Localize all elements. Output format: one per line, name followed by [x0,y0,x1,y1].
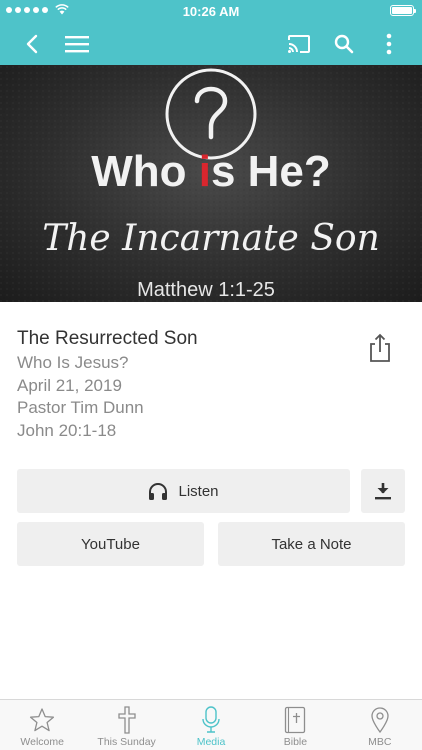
listen-label: Listen [178,482,219,500]
tab-label: Bible [283,736,308,748]
cast-icon [288,35,310,53]
star-icon [27,706,57,734]
sermon-details: The Resurrected Son Who Is Jesus? April … [17,326,357,442]
chevron-left-icon [26,34,38,54]
share-button[interactable] [367,333,393,363]
hero-headline-highlight: i [199,147,211,196]
more-options-button[interactable] [373,28,405,60]
sermon-series: Who Is Jesus? [17,353,129,372]
map-pin-icon [365,706,395,734]
navigation-bar [0,22,422,65]
share-icon [370,333,390,362]
sermon-date: April 21, 2019 [17,375,122,395]
hero-script-title: The Incarnate Son [42,218,380,259]
microphone-icon [196,706,226,734]
youtube-label: YouTube [81,535,140,553]
hero-headline-part: Who [91,147,199,196]
tab-label: Media [196,736,226,748]
tab-this-sunday[interactable]: This Sunday [84,700,168,750]
youtube-button[interactable]: YouTube [17,522,204,566]
cast-button[interactable] [283,28,315,60]
status-time: 10:26 AM [182,4,240,19]
sermon-series-artwork: Who is He? The Incarnate Son Matthew 1:1… [0,65,422,302]
sermon-passage: John 20:1-18 [17,420,117,440]
take-note-button[interactable]: Take a Note [218,522,405,566]
back-button[interactable] [16,28,48,60]
tab-label: Welcome [20,736,64,748]
listen-button[interactable]: Listen [17,469,350,513]
hero-scripture: Matthew 1:1-25 [137,279,275,301]
tab-mbc[interactable]: MBC [338,700,422,750]
tab-bar: Welcome This Sunday Media Bible MBC [0,699,422,750]
status-bar: 10:26 AM [0,0,422,22]
more-vertical-icon [386,33,392,55]
download-button[interactable] [361,469,405,513]
artwork-graphic: Who is He? The Incarnate Son Matthew 1:1… [0,65,422,302]
search-icon [334,34,354,54]
tab-media[interactable]: Media [169,700,253,750]
sermon-speaker: Pastor Tim Dunn [17,398,144,417]
sermon-title: The Resurrected Son [17,328,198,349]
search-button[interactable] [328,28,360,60]
take-note-label: Take a Note [271,535,352,553]
download-icon [375,483,391,500]
hero-headline-part: s He? [211,147,331,196]
svg-text:Who is He?: Who is He? [91,147,331,196]
bible-icon [280,706,310,734]
menu-button[interactable] [61,28,93,60]
tab-bible[interactable]: Bible [253,700,337,750]
tab-welcome[interactable]: Welcome [0,700,84,750]
tab-label: MBC [368,736,392,748]
tab-label: This Sunday [97,736,156,748]
cross-icon [112,706,142,734]
battery-icon [390,5,416,16]
hamburger-icon [65,36,89,53]
headphones-icon [149,483,168,500]
